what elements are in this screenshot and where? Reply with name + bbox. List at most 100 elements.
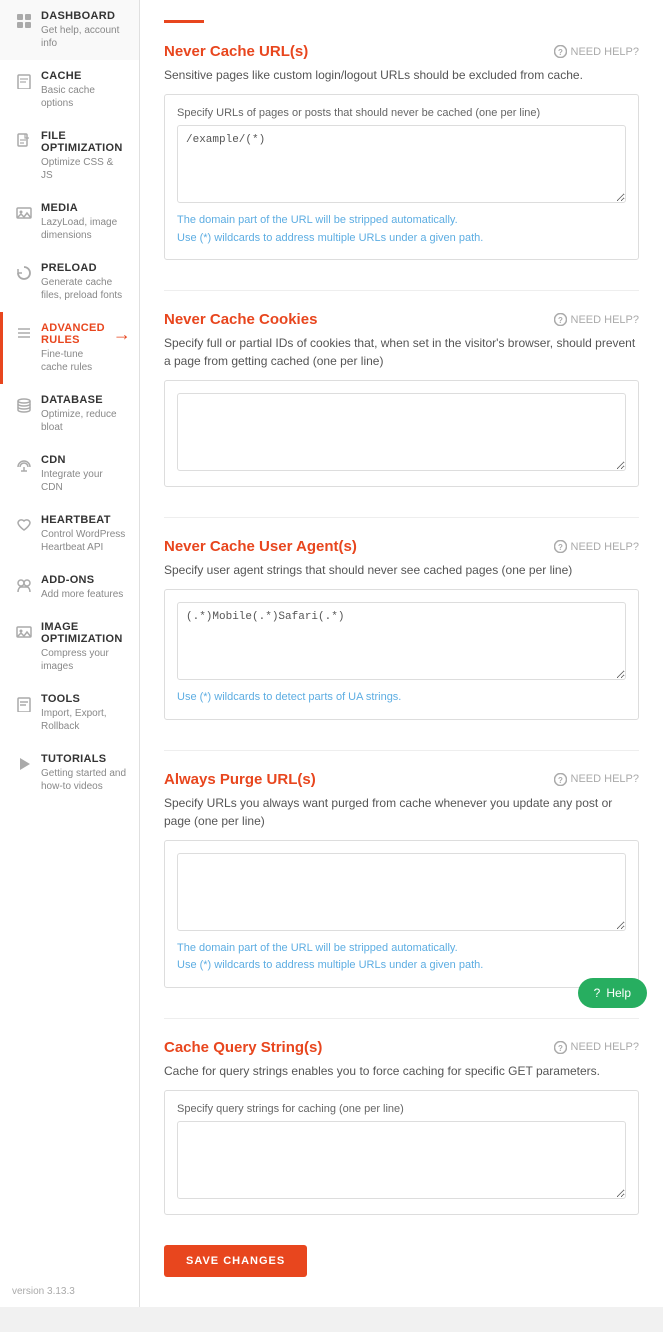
sidebar-item-title-media: MEDIA bbox=[41, 202, 127, 214]
section-title-cache-query-strings: Cache Query String(s) bbox=[164, 1039, 322, 1056]
sidebar-item-title-preload: PRELOAD bbox=[41, 262, 127, 274]
field-box-always-purge-urls: The domain part of the URL will be strip… bbox=[164, 840, 639, 988]
hints-always-purge-urls: The domain part of the URL will be strip… bbox=[177, 940, 626, 975]
sidebar-item-title-cdn: CDN bbox=[41, 454, 127, 466]
sidebar-item-desc-dashboard: Get help, account info bbox=[41, 24, 127, 50]
need-help-never-cache-urls[interactable]: ? NEED HELP? bbox=[554, 45, 639, 58]
need-help-cache-query-strings[interactable]: ? NEED HELP? bbox=[554, 1041, 639, 1054]
sidebar-item-preload[interactable]: PRELOAD Generate cache files, preload fon… bbox=[0, 252, 139, 312]
sidebar-item-desc-database: Optimize, reduce bloat bbox=[41, 408, 127, 434]
sidebar-item-advanced-rules[interactable]: ADVANCED RULESFine-tune cache rules → bbox=[0, 312, 139, 384]
sidebar-item-add-ons[interactable]: ADD-ONS Add more features bbox=[0, 564, 139, 611]
section-header-never-cache-cookies: Never Cache Cookies ? NEED HELP? bbox=[164, 311, 639, 328]
sidebar-item-cdn[interactable]: CDN Integrate your CDN bbox=[0, 444, 139, 504]
section-desc-always-purge-urls: Specify URLs you always want purged from… bbox=[164, 794, 639, 830]
sidebar-item-title-file-optimization: FILE OPTIMIZATION bbox=[41, 130, 127, 154]
svg-text:?: ? bbox=[558, 316, 563, 325]
main-content: Never Cache URL(s)? NEED HELP?Sensitive … bbox=[140, 0, 663, 1307]
section-divider bbox=[164, 1018, 639, 1019]
need-help-never-cache-user-agent[interactable]: ? NEED HELP? bbox=[554, 540, 639, 553]
section-never-cache-cookies: Never Cache Cookies ? NEED HELP? Specify f… bbox=[164, 290, 639, 487]
sidebar-item-desc-tutorials: Getting started and how-to videos bbox=[41, 767, 127, 793]
sidebar-item-desc-cdn: Integrate your CDN bbox=[41, 468, 127, 494]
sidebar-item-title-add-ons: ADD-ONS bbox=[41, 574, 127, 586]
tools-icon bbox=[15, 695, 33, 713]
sidebar-item-file-optimization[interactable]: FILE OPTIMIZATIONOptimize CSS & JS bbox=[0, 120, 139, 192]
field-box-never-cache-urls: Specify URLs of pages or posts that shou… bbox=[164, 94, 639, 260]
textarea-cache-query-strings[interactable] bbox=[177, 1121, 626, 1199]
image-optimization-icon bbox=[15, 623, 33, 641]
advanced-rules-icon bbox=[15, 324, 33, 342]
section-desc-cache-query-strings: Cache for query strings enables you to f… bbox=[164, 1062, 639, 1080]
section-never-cache-urls: Never Cache URL(s)? NEED HELP?Sensitive … bbox=[164, 43, 639, 260]
sidebar-item-dashboard[interactable]: DASHBOARDGet help, account info bbox=[0, 0, 139, 60]
dashboard-icon bbox=[15, 12, 33, 30]
sidebar-item-title-tools: TOOLS bbox=[41, 693, 127, 705]
help-label: Help bbox=[606, 986, 631, 1000]
sidebar-item-image-optimization[interactable]: IMAGE OPTIMIZATIONCompress your images bbox=[0, 611, 139, 683]
textarea-always-purge-urls[interactable] bbox=[177, 853, 626, 931]
textarea-never-cache-cookies[interactable] bbox=[177, 393, 626, 471]
sidebar-item-title-database: DATABASE bbox=[41, 394, 127, 406]
sidebar-item-tutorials[interactable]: TUTORIALS Getting started and how-to vide… bbox=[0, 743, 139, 803]
sidebar-item-desc-preload: Generate cache files, preload fonts bbox=[41, 276, 127, 302]
sidebar-item-desc-media: LazyLoad, image dimensions bbox=[41, 216, 127, 242]
help-button[interactable]: ? Help bbox=[578, 978, 647, 1008]
save-changes-button[interactable]: SAVE CHANGES bbox=[164, 1245, 307, 1277]
file-optimization-icon bbox=[15, 132, 33, 150]
svg-text:?: ? bbox=[558, 543, 563, 552]
sidebar-item-title-tutorials: TUTORIALS bbox=[41, 753, 127, 765]
sidebar-item-tools[interactable]: TOOLS Import, Export, Rollback bbox=[0, 683, 139, 743]
section-divider bbox=[164, 750, 639, 751]
textarea-never-cache-urls[interactable] bbox=[177, 125, 626, 203]
sidebar: DASHBOARDGet help, account infoCACHEBasi… bbox=[0, 0, 140, 1307]
need-help-never-cache-cookies[interactable]: ? NEED HELP? bbox=[554, 313, 639, 326]
sidebar-item-desc-image-optimization: Compress your images bbox=[41, 647, 127, 673]
need-help-always-purge-urls[interactable]: ? NEED HELP? bbox=[554, 773, 639, 786]
svg-text:?: ? bbox=[558, 48, 563, 57]
active-arrow-icon: → bbox=[113, 324, 131, 345]
cdn-icon bbox=[15, 456, 33, 474]
section-always-purge-urls: Always Purge URL(s)? NEED HELP? Specify U… bbox=[164, 750, 639, 988]
sidebar-item-desc-tools: Import, Export, Rollback bbox=[41, 707, 127, 733]
hints-never-cache-urls: The domain part of the URL will be strip… bbox=[177, 212, 626, 247]
help-icon: ? bbox=[594, 986, 601, 1000]
sidebar-item-desc-advanced-rules: Fine-tune cache rules bbox=[41, 348, 105, 374]
section-divider bbox=[164, 290, 639, 291]
field-box-never-cache-user-agent: Use (*) wildcards to detect parts of UA … bbox=[164, 589, 639, 720]
section-divider bbox=[164, 517, 639, 518]
media-icon bbox=[15, 204, 33, 222]
field-box-never-cache-cookies bbox=[164, 380, 639, 487]
section-header-never-cache-urls: Never Cache URL(s) ? NEED HELP? bbox=[164, 43, 639, 60]
sidebar-item-title-heartbeat: HEARTBEAT bbox=[41, 514, 127, 526]
section-title-never-cache-urls: Never Cache URL(s) bbox=[164, 43, 308, 60]
database-icon bbox=[15, 396, 33, 414]
section-header-always-purge-urls: Always Purge URL(s)? NEED HELP? bbox=[164, 771, 639, 788]
cache-icon bbox=[15, 72, 33, 90]
sidebar-item-desc-heartbeat: Control WordPress Heartbeat API bbox=[41, 528, 127, 554]
add-ons-icon bbox=[15, 576, 33, 594]
sidebar-item-cache[interactable]: CACHEBasic cache options bbox=[0, 60, 139, 120]
section-header-never-cache-user-agent: Never Cache User Agent(s) ? NEED HELP? bbox=[164, 538, 639, 555]
svg-text:?: ? bbox=[558, 776, 563, 785]
svg-text:?: ? bbox=[558, 1044, 563, 1053]
section-header-cache-query-strings: Cache Query String(s) ? NEED HELP? bbox=[164, 1039, 639, 1056]
sidebar-item-media[interactable]: MEDIA LazyLoad, image dimensions bbox=[0, 192, 139, 252]
section-never-cache-user-agent: Never Cache User Agent(s)? NEED HELP?Spe… bbox=[164, 517, 639, 720]
section-desc-never-cache-cookies: Specify full or partial IDs of cookies t… bbox=[164, 334, 639, 370]
preload-icon bbox=[15, 264, 33, 282]
textarea-never-cache-user-agent[interactable] bbox=[177, 602, 626, 680]
heartbeat-icon bbox=[15, 516, 33, 534]
tutorials-icon bbox=[15, 755, 33, 773]
section-title-never-cache-user-agent: Never Cache User Agent(s) bbox=[164, 538, 357, 555]
section-cache-query-strings: Cache Query String(s) ? NEED HELP? Cache f… bbox=[164, 1018, 639, 1215]
sidebar-item-heartbeat[interactable]: HEARTBEAT Control WordPress Heartbeat API bbox=[0, 504, 139, 564]
sidebar-item-desc-add-ons: Add more features bbox=[41, 588, 127, 601]
sidebar-item-title-cache: CACHE bbox=[41, 70, 127, 82]
sidebar-item-database[interactable]: DATABASE Optimize, reduce bloat bbox=[0, 384, 139, 444]
sidebar-item-title-advanced-rules: ADVANCED RULES bbox=[41, 322, 105, 346]
version-label: version 3.13.3 bbox=[0, 1276, 139, 1307]
section-title-never-cache-cookies: Never Cache Cookies bbox=[164, 311, 317, 328]
top-border-accent bbox=[164, 20, 204, 23]
hints-never-cache-user-agent: Use (*) wildcards to detect parts of UA … bbox=[177, 689, 626, 707]
